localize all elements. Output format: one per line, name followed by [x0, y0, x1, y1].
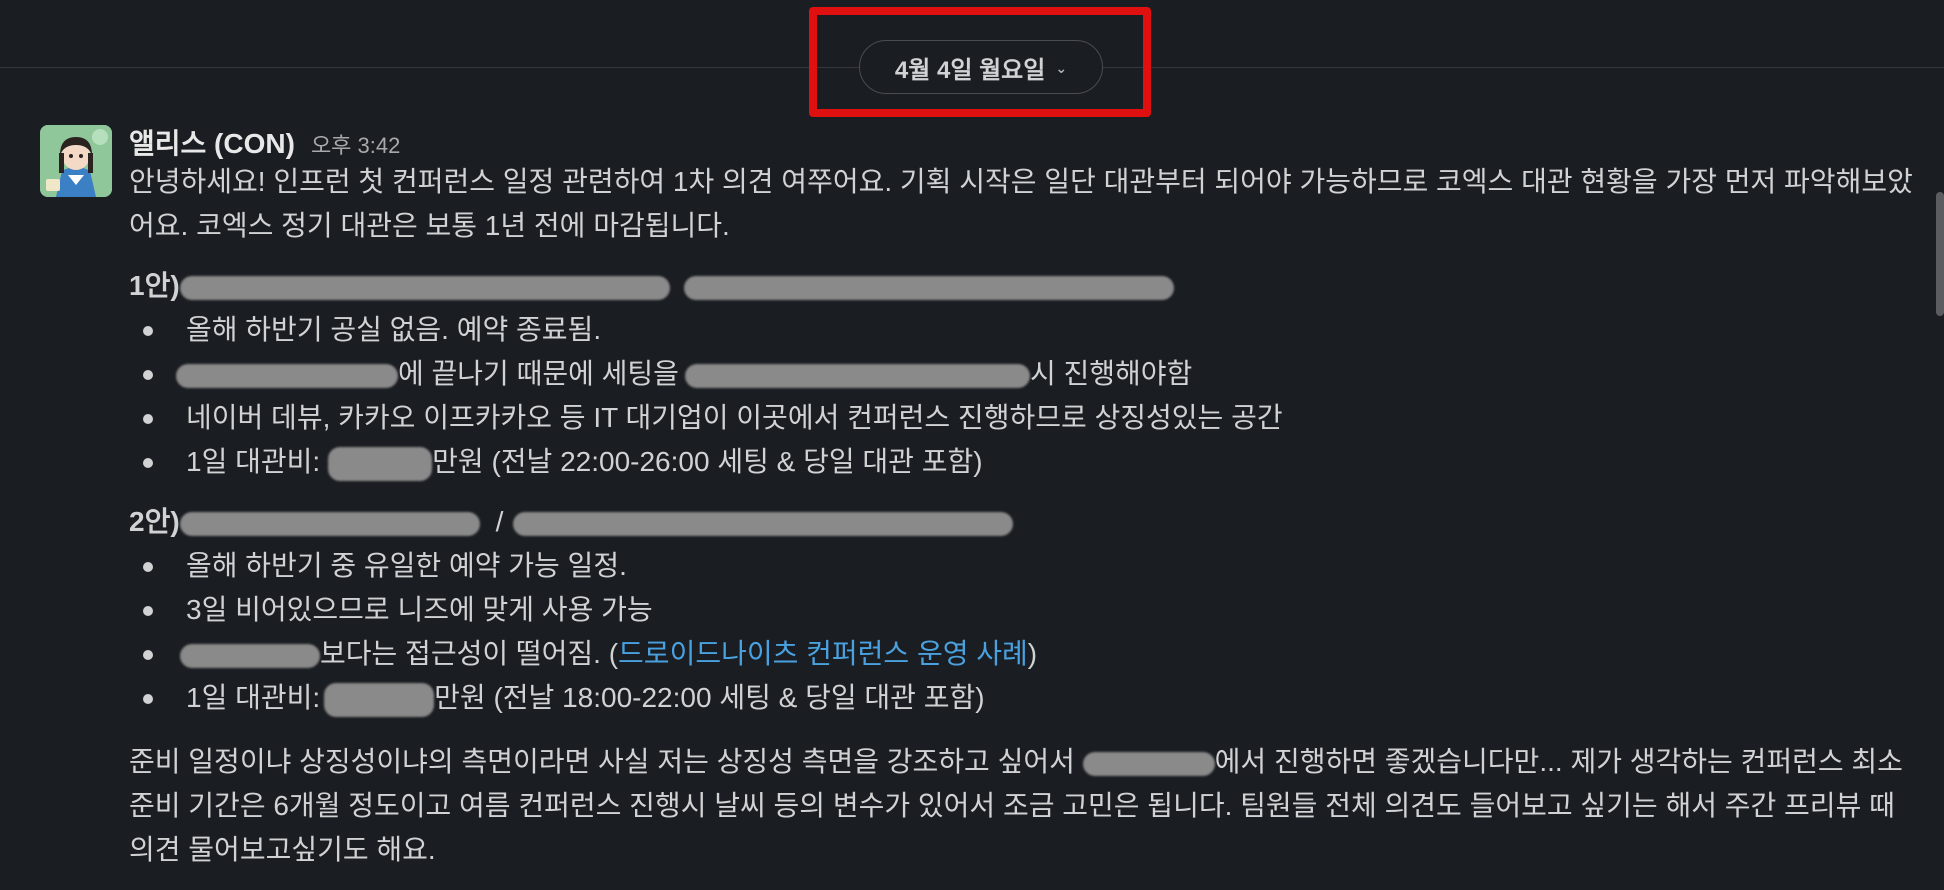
date-divider-button[interactable]: 4월 4일 월요일 ⌄ [859, 40, 1103, 94]
bullet-text: 보다는 접근성이 떨어짐. ( [320, 638, 619, 669]
avatar[interactable] [40, 125, 112, 197]
bullet-icon [143, 326, 153, 336]
bullet-icon [143, 414, 153, 424]
list-item: 보다는 접근성이 떨어짐. (드로이드나이츠 컨퍼런스 운영 사례) [129, 632, 1924, 676]
list-item: 1일 대관비: 만원 (전날 18:00-22:00 세팅 & 당일 대관 포함) [129, 676, 1924, 720]
message-body: 안녕하세요! 인프런 첫 컨퍼런스 일정 관련하여 1차 의견 여쭈어요. 기획… [129, 160, 1924, 872]
bullet-icon [143, 562, 153, 572]
redacted-text [176, 363, 398, 388]
message-closing: 준비 일정이냐 상징성이냐의 측면이라면 사실 저는 상징성 측면을 강조하고 … [129, 740, 1924, 872]
redacted-link[interactable] [179, 511, 480, 536]
option-2-label: 2안) [129, 506, 180, 537]
redacted-text [324, 682, 435, 717]
redacted-text [513, 511, 1014, 536]
list-item: 3일 비어있으므로 니즈에 맞게 사용 가능 [129, 588, 1924, 632]
bullet-icon [143, 606, 153, 616]
closing-text-a: 준비 일정이냐 상징성이냐의 측면이라면 사실 저는 상징성 측면을 강조하고 … [129, 746, 1075, 777]
bullet-text: 1일 대관비: [186, 446, 321, 477]
bullet-icon [143, 694, 153, 704]
bullet-icon [143, 370, 153, 380]
bullet-text: 시 진행해야함 [1029, 358, 1193, 389]
message-header: 앨리스 (CON) 오후 3:42 [129, 122, 400, 162]
option-2-separator: / [495, 506, 504, 537]
option-1-list: 올해 하반기 공실 없음. 예약 종료됨. 에 끝나기 때문에 세팅을 시 진행해… [129, 308, 1924, 484]
option-1-heading: 1안) [129, 264, 1924, 308]
bullet-text: 올해 하반기 중 유일한 예약 가능 일정. [186, 550, 627, 581]
redacted-text [1082, 751, 1215, 776]
option-2-heading: 2안) / [129, 500, 1924, 544]
list-item: 1일 대관비: 만원 (전날 22:00-26:00 세팅 & 당일 대관 포함) [129, 440, 1924, 484]
list-item: 에 끝나기 때문에 세팅을 시 진행해야함 [129, 352, 1924, 396]
redacted-text [684, 363, 1030, 388]
redacted-text [180, 643, 320, 668]
option-2-list: 올해 하반기 중 유일한 예약 가능 일정. 3일 비어있으므로 니즈에 맞게 … [129, 544, 1924, 720]
anime-girl-avatar-icon [40, 125, 112, 197]
list-item: 올해 하반기 공실 없음. 예약 종료됨. [129, 308, 1924, 352]
message-intro: 안녕하세요! 인프런 첫 컨퍼런스 일정 관련하여 1차 의견 여쭈어요. 기획… [129, 166, 1913, 241]
redacted-text [328, 446, 433, 481]
bullet-text: 만원 (전날 22:00-26:00 세팅 & 당일 대관 포함) [432, 446, 983, 477]
bullet-text: 3일 비어있으므로 니즈에 맞게 사용 가능 [186, 594, 653, 625]
bullet-text: ) [1027, 638, 1038, 669]
bullet-text: 만원 (전날 18:00-22:00 세팅 & 당일 대관 포함) [434, 682, 985, 713]
scrollbar[interactable] [1936, 192, 1944, 316]
option-1-label: 1안) [129, 270, 180, 301]
sender-name[interactable]: 앨리스 (CON) [129, 122, 295, 162]
droidknights-link[interactable]: 드로이드나이츠 컨퍼런스 운영 사례 [618, 638, 1028, 669]
redacted-link[interactable] [179, 275, 670, 300]
bullet-text: 올해 하반기 공실 없음. 예약 종료됨. [186, 314, 602, 345]
bullet-icon [143, 458, 153, 468]
date-label: 4월 4일 월요일 [894, 56, 1046, 84]
bullet-text: 네이버 데뷰, 카카오 이프카카오 등 IT 대기업이 이곳에서 컨퍼런스 진행… [186, 402, 1283, 433]
bullet-icon [143, 650, 153, 660]
chevron-down-icon: ⌄ [1055, 59, 1068, 76]
message-timestamp[interactable]: 오후 3:42 [311, 128, 400, 160]
redacted-text [683, 275, 1174, 300]
list-item: 올해 하반기 중 유일한 예약 가능 일정. [129, 544, 1924, 588]
bullet-text: 에 끝나기 때문에 세팅을 [398, 358, 679, 389]
list-item: 네이버 데뷰, 카카오 이프카카오 등 IT 대기업이 이곳에서 컨퍼런스 진행… [129, 396, 1924, 440]
bullet-text: 1일 대관비: [186, 682, 321, 713]
